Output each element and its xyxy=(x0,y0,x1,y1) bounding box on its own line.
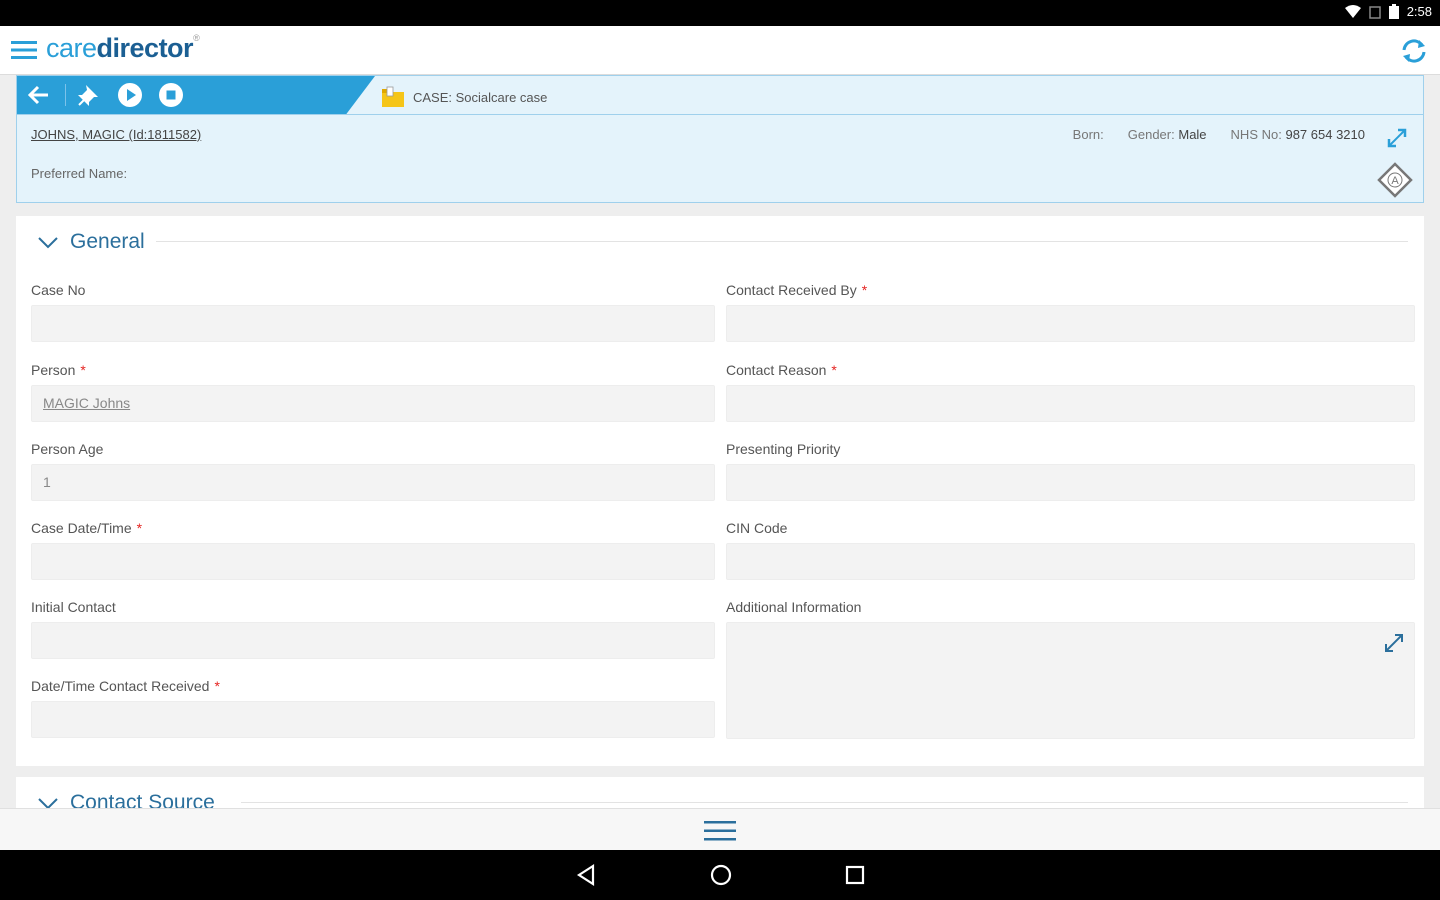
general-section: General Case No Person * MAGIC Johns Pers… xyxy=(16,216,1424,766)
initial-contact-input[interactable] xyxy=(31,622,715,659)
presenting-priority-input[interactable] xyxy=(726,464,1415,501)
person-link[interactable]: JOHNS, MAGIC (Id:1811582) xyxy=(31,127,201,142)
nav-recents-icon[interactable] xyxy=(842,862,868,888)
datetime-contact-received-input[interactable] xyxy=(31,701,715,738)
additional-information-textarea[interactable] xyxy=(726,622,1415,739)
app-bar: caredirector® xyxy=(0,26,1440,75)
case-no-input[interactable] xyxy=(31,305,715,342)
section-divider xyxy=(241,802,1408,803)
bottom-bar xyxy=(0,808,1440,851)
expand-icon[interactable] xyxy=(1382,631,1406,655)
chevron-down-icon xyxy=(38,237,58,249)
nhs-number-field: NHS No: 987 654 3210 xyxy=(1230,127,1365,142)
case-datetime-label: Case Date/Time * xyxy=(31,520,143,536)
nav-back-icon[interactable] xyxy=(574,862,600,888)
play-icon[interactable] xyxy=(117,82,143,108)
person-meta: Born: Gender: Male NHS No: 987 654 3210 xyxy=(1073,127,1365,142)
refresh-icon[interactable] xyxy=(1398,36,1430,66)
wifi-icon xyxy=(1344,4,1361,18)
general-section-title: General xyxy=(70,230,145,253)
case-no-label: Case No xyxy=(31,282,86,298)
diamond-badge-icon: A xyxy=(1377,162,1413,198)
stop-icon[interactable] xyxy=(158,82,184,108)
presenting-priority-label: Presenting Priority xyxy=(726,441,841,457)
app-logo: caredirector® xyxy=(46,33,200,63)
born-label: Born: xyxy=(1072,127,1104,142)
general-section-header[interactable]: General xyxy=(36,230,145,254)
back-arrow-icon[interactable] xyxy=(26,82,52,108)
header-divider xyxy=(17,114,1423,115)
person-age-label: Person Age xyxy=(31,441,104,457)
section-divider xyxy=(156,241,1408,242)
svg-text:A: A xyxy=(1391,175,1399,187)
status-bar: 2:58 xyxy=(0,0,1440,26)
case-toolbar xyxy=(17,76,375,114)
cin-code-label: CIN Code xyxy=(726,520,788,536)
signal-icon xyxy=(1368,5,1381,19)
expand-icon[interactable] xyxy=(1385,126,1409,150)
status-icons: 2:58 xyxy=(1344,4,1432,19)
toolbar-divider xyxy=(65,84,66,106)
additional-information-label: Additional Information xyxy=(726,599,862,615)
datetime-contact-received-label: Date/Time Contact Received * xyxy=(31,678,220,694)
contact-received-by-label: Contact Received By * xyxy=(726,282,868,298)
initial-contact-label: Initial Contact xyxy=(31,599,116,615)
cin-code-input[interactable] xyxy=(726,543,1415,580)
case-title-row: CASE: Socialcare case xyxy=(381,86,547,108)
person-age-input[interactable]: 1 xyxy=(31,464,715,501)
case-header: CASE: Socialcare case JOHNS, MAGIC (Id:1… xyxy=(16,75,1424,203)
contact-reason-input[interactable] xyxy=(726,385,1415,422)
android-nav-bar xyxy=(0,850,1440,900)
case-title: CASE: Socialcare case xyxy=(413,89,548,105)
case-datetime-input[interactable] xyxy=(31,543,715,580)
contact-received-by-input[interactable] xyxy=(726,305,1415,342)
preferred-name-label: Preferred Name: xyxy=(31,166,128,181)
contact-reason-label: Contact Reason * xyxy=(726,362,837,378)
menu-icon[interactable] xyxy=(10,38,38,62)
menu-icon[interactable] xyxy=(703,819,737,843)
gender-field: Gender: Male xyxy=(1127,127,1207,142)
case-folder-icon xyxy=(382,86,404,107)
person-input[interactable]: MAGIC Johns xyxy=(31,385,715,422)
battery-icon xyxy=(1388,4,1399,19)
person-label: Person * xyxy=(31,362,86,378)
status-time: 2:58 xyxy=(1406,4,1432,19)
nav-home-icon[interactable] xyxy=(708,862,734,888)
pin-icon[interactable] xyxy=(76,82,102,108)
